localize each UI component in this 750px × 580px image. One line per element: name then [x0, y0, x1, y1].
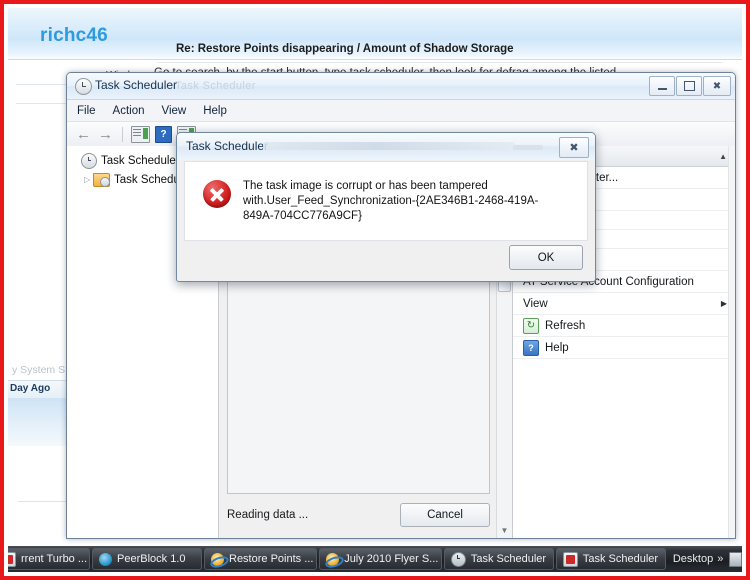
clock-icon — [75, 78, 92, 95]
action-label: Help — [545, 342, 569, 354]
screen-root: richc46 Re: Restore Points disappearing … — [0, 0, 750, 580]
window-title-ghost: Task Scheduler — [175, 80, 256, 92]
status-text: Reading data ... — [227, 509, 308, 521]
dialog-message-area: The task image is corrupt or has been ta… — [184, 161, 588, 241]
clock-icon — [81, 153, 97, 169]
refresh-icon: ↻ — [523, 318, 539, 334]
internet-explorer-icon — [211, 553, 224, 566]
action-help[interactable]: ? Help — [513, 337, 735, 359]
action-view[interactable]: View ▶ — [513, 293, 735, 315]
action-label-wrap: ↻ Refresh — [523, 318, 585, 334]
taskbar-item-turbo[interactable]: rrent Turbo ... — [8, 548, 90, 570]
close-icon: ✖ — [569, 141, 578, 154]
chevron-right-icon: ▶ — [721, 299, 727, 308]
taskbar-item-label: PeerBlock 1.0 — [117, 553, 185, 565]
forum-username: richc46 — [40, 25, 108, 47]
clock-icon — [451, 552, 466, 567]
actions-scrollbar[interactable] — [728, 146, 735, 538]
back-button[interactable]: ← — [75, 126, 92, 143]
center-status-row: Reading data ... Cancel — [227, 500, 490, 530]
dialog-title-bar[interactable]: Task Scheduler ✖ — [177, 133, 595, 160]
toolbar-divider — [122, 127, 123, 142]
chevron-right-icon[interactable]: ▷ — [84, 175, 93, 184]
help-icon[interactable]: ? — [155, 126, 172, 143]
dialog-title-ghost-2 — [513, 145, 543, 150]
taskbar-item-restore-points[interactable]: Restore Points ... — [204, 548, 317, 570]
help-icon: ? — [523, 340, 539, 356]
menu-item-file[interactable]: File — [77, 105, 96, 117]
scroll-down-icon[interactable]: ▼ — [497, 523, 512, 538]
action-label: View — [523, 298, 548, 310]
taskbar-tray-icon[interactable] — [729, 552, 742, 567]
minimize-icon — [650, 77, 674, 95]
taskbar-item-task-scheduler-1[interactable]: Task Scheduler — [444, 548, 554, 570]
dialog-message-text: The task image is corrupt or has been ta… — [243, 179, 559, 224]
taskbar-item-label: rrent Turbo ... — [21, 553, 87, 565]
dialog-close-button[interactable]: ✖ — [559, 137, 589, 158]
desktop-label: Desktop — [673, 553, 713, 565]
thread-subject: Re: Restore Points disappearing / Amount… — [176, 43, 514, 55]
app-icon — [8, 552, 16, 567]
cancel-button[interactable]: Cancel — [400, 503, 490, 527]
taskbar: rrent Turbo ... PeerBlock 1.0 Restore Po… — [8, 546, 742, 572]
menu-bar: File Action View Help — [67, 100, 735, 122]
taskbar-item-label: July 2010 Flyer S... — [344, 553, 438, 565]
menu-item-view[interactable]: View — [162, 105, 187, 117]
window-title: Task Scheduler — [95, 78, 177, 92]
window-controls: ✖ — [648, 76, 731, 96]
error-icon — [203, 180, 231, 208]
taskbar-item-july-flyer[interactable]: July 2010 Flyer S... — [319, 548, 442, 570]
peerblock-icon — [99, 553, 112, 566]
overflow-chevron-icon[interactable]: » — [717, 553, 723, 565]
ok-button[interactable]: OK — [509, 245, 583, 270]
taskbar-item-label: Restore Points ... — [229, 553, 313, 565]
dialog-title: Task Scheduler — [186, 139, 268, 153]
taskbar-item-peerblock[interactable]: PeerBlock 1.0 — [92, 548, 202, 570]
close-button[interactable]: ✖ — [703, 76, 731, 96]
folder-icon — [93, 173, 110, 187]
dialog-title-ghost — [263, 142, 515, 150]
lower-band-label: Day Ago — [10, 383, 50, 394]
action-label: Refresh — [545, 320, 585, 332]
taskbar-item-task-scheduler-2[interactable]: Task Scheduler — [556, 548, 666, 570]
taskbar-desktop-toolbar[interactable]: Desktop » — [673, 553, 723, 565]
maximize-icon — [677, 77, 701, 95]
menu-item-action[interactable]: Action — [113, 105, 145, 117]
close-icon: ✖ — [704, 77, 730, 95]
taskbar-item-label: Task Scheduler — [471, 553, 546, 565]
action-label-wrap: ? Help — [523, 340, 569, 356]
thread-divider — [158, 62, 722, 63]
dialog-footer: OK — [509, 245, 583, 270]
action-label-wrap: View — [523, 298, 548, 310]
lower-faint-text: y System S — [12, 364, 65, 376]
window-title-bar[interactable]: Task Scheduler Task Scheduler ✖ — [67, 73, 735, 100]
taskbar-item-label: Task Scheduler — [583, 553, 658, 565]
forward-arrow-icon: → — [98, 127, 113, 142]
maximize-button[interactable] — [676, 76, 702, 96]
show-console-tree-icon[interactable] — [131, 126, 150, 143]
collapse-icon[interactable]: ▲ — [719, 152, 727, 161]
back-arrow-icon: ← — [76, 127, 91, 142]
internet-explorer-icon — [326, 553, 339, 566]
error-dialog: Task Scheduler ✖ The task image is corru… — [176, 132, 596, 282]
task-scheduler-icon — [563, 552, 578, 567]
action-refresh[interactable]: ↻ Refresh — [513, 315, 735, 337]
minimize-button[interactable] — [649, 76, 675, 96]
forward-button[interactable]: → — [97, 126, 114, 143]
menu-item-help[interactable]: Help — [203, 105, 227, 117]
